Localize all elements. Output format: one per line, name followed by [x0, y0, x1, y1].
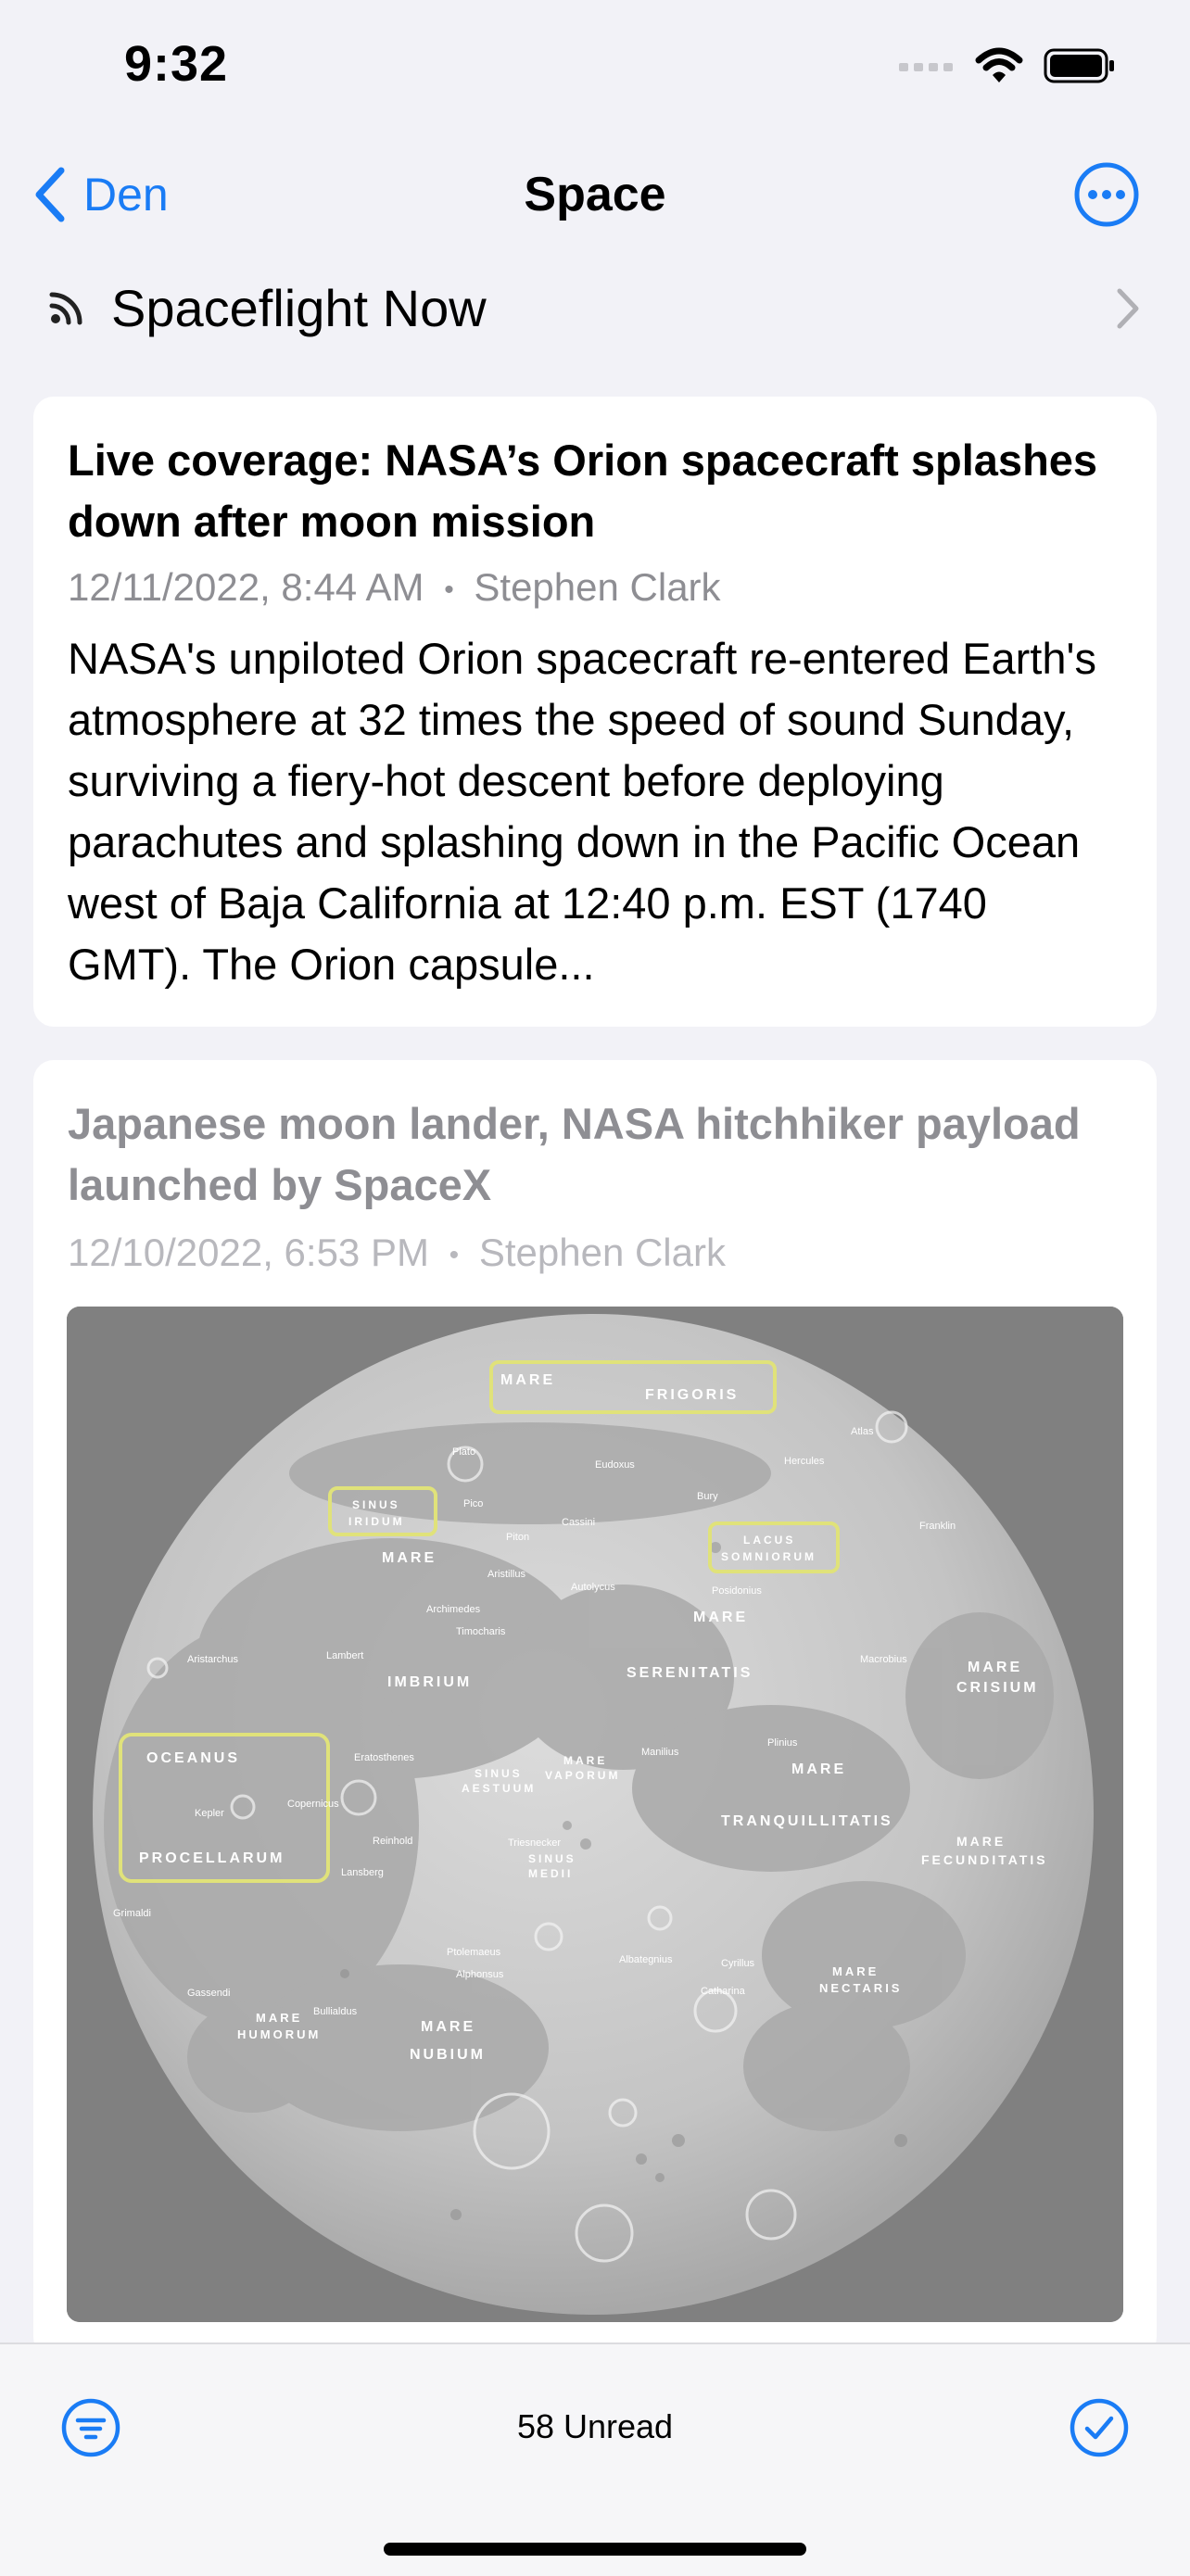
checkmark-circle-icon: [1070, 2398, 1129, 2457]
page-title: Space: [524, 168, 666, 221]
article-date: 12/10/2022, 6:53 PM: [68, 1231, 429, 1274]
moon-label: Atlas: [851, 1426, 874, 1437]
article-title: Japanese moon lander, NASA hitchhiker pa…: [68, 1099, 1081, 1209]
moon-label: Cyrillus: [721, 1958, 755, 1969]
moon-label: IMBRIUM: [387, 1674, 472, 1690]
moon-label: FECUNDITATIS: [921, 1852, 1048, 1867]
signal-icon: [899, 63, 953, 71]
moon-label: SINUS: [475, 1767, 523, 1780]
article-card[interactable]: Live coverage: NASA’s Orion spacecraft s…: [33, 397, 1157, 1027]
article-author: Stephen Clark: [478, 1231, 726, 1274]
moon-label: MARE: [956, 1834, 1006, 1849]
bottom-toolbar: 58 Unread: [0, 2342, 1190, 2576]
moon-label: Timocharis: [456, 1626, 506, 1637]
moon-label: MARE: [563, 1754, 607, 1767]
moon-label: Piton: [506, 1532, 529, 1543]
moon-label: Posidonius: [712, 1585, 762, 1597]
moon-label: PROCELLARUM: [139, 1850, 285, 1866]
moon-label: VAPORUM: [545, 1769, 620, 1782]
moon-label: Plato: [452, 1446, 475, 1458]
moon-label: Lansberg: [341, 1867, 384, 1878]
moon-label: NUBIUM: [410, 2047, 486, 2063]
moon-label: Catharina: [701, 1986, 746, 1997]
moon-label: Hercules: [784, 1456, 825, 1467]
mark-all-read-button[interactable]: [1068, 2396, 1131, 2459]
home-indicator[interactable]: [384, 2543, 806, 2556]
moon-label: Ptolemaeus: [447, 1947, 501, 1958]
moon-label: Copernicus: [287, 1799, 339, 1810]
moon-label: Autolycus: [571, 1582, 615, 1593]
moon-label: Gassendi: [187, 1988, 230, 1999]
navigation-bar: Den Space: [0, 148, 1190, 241]
status-bar: 9:32: [0, 0, 1190, 130]
moon-label: Bury: [697, 1491, 718, 1502]
moon-label: Pico: [463, 1498, 483, 1509]
moon-label: CRISIUM: [956, 1680, 1039, 1696]
moon-label: Reinhold: [373, 1836, 412, 1847]
moon-label: MARE: [256, 2011, 302, 2025]
moon-label: Aristillus: [487, 1569, 525, 1580]
moon-label: TRANQUILLITATIS: [721, 1813, 893, 1829]
moon-label: Macrobius: [860, 1654, 907, 1665]
moon-label: Archimedes: [426, 1604, 481, 1615]
moon-label: FRIGORIS: [645, 1387, 739, 1403]
chevron-right-icon: [1117, 288, 1139, 329]
meta-separator: •: [444, 574, 454, 605]
feed-header-row[interactable]: Spaceflight Now: [0, 267, 1190, 352]
moon-label: Manilius: [641, 1747, 679, 1758]
article-date: 12/11/2022, 8:44 AM: [68, 565, 424, 609]
article-author: Stephen Clark: [474, 565, 721, 609]
article-summary: NASA's unpiloted Orion spacecraft re-ent…: [68, 634, 1096, 989]
moon-label: MARE: [500, 1372, 555, 1388]
moon-label: LACUS: [743, 1534, 795, 1547]
article-card[interactable]: Japanese moon lander, NASA hitchhiker pa…: [33, 1060, 1157, 2357]
unread-count: 58 Unread: [516, 2407, 674, 2445]
moon-label: Aristarchus: [187, 1654, 239, 1665]
moon-label: MARE: [693, 1610, 748, 1625]
moon-label: Eudoxus: [595, 1459, 635, 1471]
meta-separator: •: [449, 1239, 460, 1270]
moon-label: NECTARIS: [819, 1981, 902, 1995]
moon-label: MARE: [421, 2019, 475, 2035]
moon-label: OCEANUS: [146, 1750, 240, 1766]
moon-label: MARE: [832, 1964, 879, 1978]
feed-name: Spaceflight Now: [111, 279, 487, 337]
moon-label: IRIDUM: [348, 1515, 405, 1528]
moon-label: MARE: [382, 1550, 437, 1566]
article-title: Live coverage: NASA’s Orion spacecraft s…: [68, 436, 1098, 546]
article-meta: 12/10/2022, 6:53 PM • Stephen Clark: [68, 1231, 726, 1275]
moon-label: MEDII: [528, 1867, 573, 1880]
moon-label: Eratosthenes: [354, 1752, 414, 1763]
more-button[interactable]: [1071, 159, 1142, 230]
article-image[interactable]: MARE FRIGORIS SINUS IRIDUM LACUS SOMNIOR…: [67, 1307, 1123, 2322]
moon-label: SOMNIORUM: [721, 1550, 817, 1563]
moon-label: SINUS: [528, 1852, 576, 1865]
moon-label: Plinius: [767, 1737, 798, 1749]
moon-label: MARE: [791, 1762, 846, 1777]
status-time: 9:32: [124, 36, 229, 92]
status-icons: [899, 43, 1116, 89]
moon-label: Lambert: [326, 1650, 363, 1661]
wifi-icon: [975, 47, 1023, 82]
moon-label: Grimaldi: [113, 1908, 151, 1919]
battery-icon: [1044, 48, 1114, 83]
moon-label: Bullialdus: [313, 2006, 358, 2017]
moon-label: HUMORUM: [237, 2027, 321, 2041]
rss-icon: [49, 292, 82, 325]
article-meta: 12/11/2022, 8:44 AM • Stephen Clark: [68, 565, 721, 610]
moon-label: Triesnecker: [508, 1837, 561, 1849]
moon-label: AESTUUM: [462, 1782, 536, 1795]
moon-label: Franklin: [919, 1521, 956, 1532]
moon-label: SINUS: [352, 1498, 400, 1511]
moon-map-image: MARE FRIGORIS SINUS IRIDUM LACUS SOMNIOR…: [67, 1307, 1123, 2322]
moon-label: MARE: [968, 1660, 1022, 1675]
moon-label: Albategnius: [619, 1954, 673, 1965]
moon-label: Cassini: [562, 1517, 595, 1528]
moon-label: Kepler: [195, 1808, 224, 1819]
ellipsis-circle-icon: [1074, 162, 1139, 227]
moon-label: SERENITATIS: [627, 1665, 753, 1681]
moon-label: Alphonsus: [456, 1969, 504, 1980]
